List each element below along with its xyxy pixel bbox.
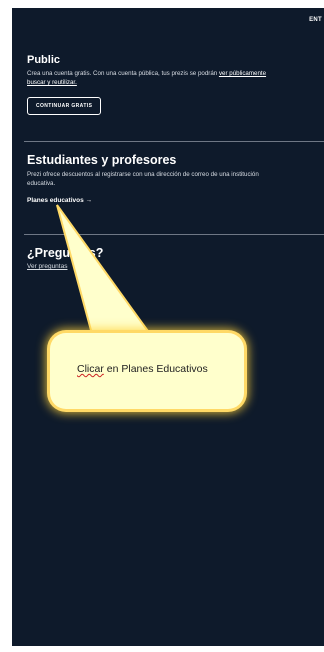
annotation-rest: en Planes Educativos [103, 363, 208, 375]
annotation-word: Clicar [77, 363, 104, 375]
annotation-text: Clicar en Planes Educativos [77, 363, 208, 375]
callout-pointer [56, 204, 160, 346]
annotation-callout: Clicar en Planes Educativos [50, 333, 244, 409]
callout-tail-shape [56, 204, 160, 346]
